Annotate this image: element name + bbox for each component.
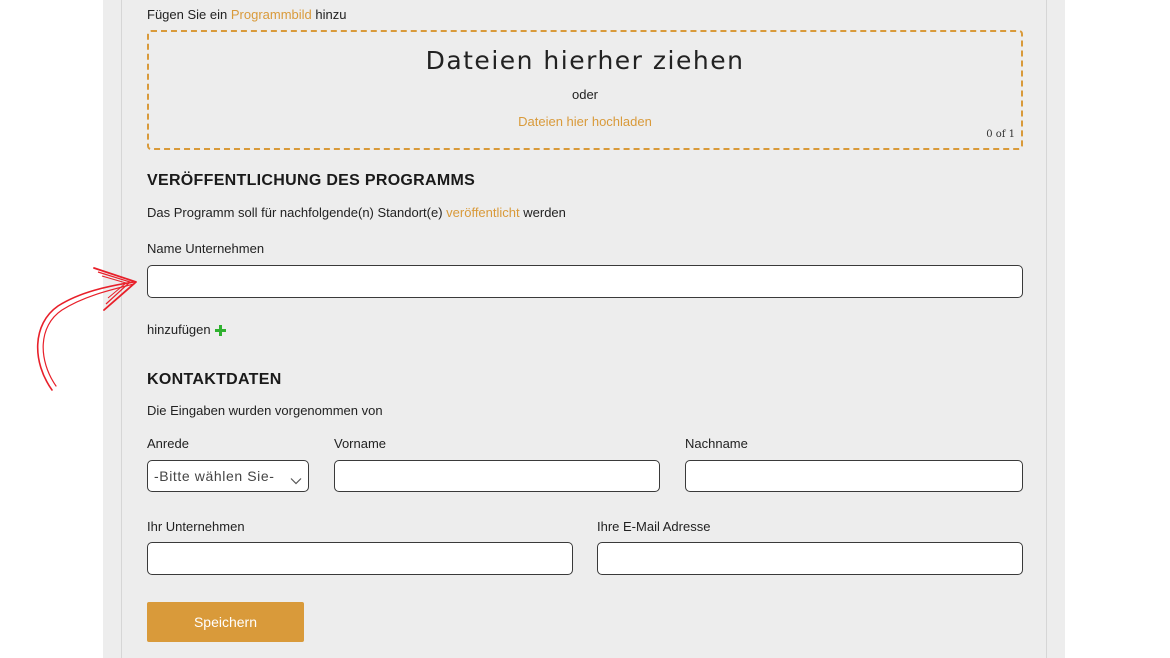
image-prompt-prefix: Fügen Sie ein [147, 7, 228, 22]
publication-description-link[interactable]: veröffentlicht [446, 205, 519, 220]
email-input[interactable] [597, 542, 1023, 575]
salutation-select-value: -Bitte wählen Sie- [154, 468, 275, 484]
image-prompt-suffix: hinzu [315, 7, 347, 22]
company-name-label: Name Unternehmen [147, 241, 265, 256]
lastname-label: Nachname [685, 436, 748, 451]
plus-icon [214, 325, 226, 336]
dropzone-or: oder [571, 87, 599, 102]
firstname-input[interactable] [334, 460, 660, 492]
salutation-select[interactable]: -Bitte wählen Sie- [147, 460, 309, 492]
your-company-label: Ihr Unternehmen [147, 519, 245, 534]
publication-description-prefix: Das Programm soll für nachfolgende(n) St… [147, 205, 443, 220]
publication-description-suffix: werden [523, 205, 566, 220]
firstname-label: Vorname [334, 436, 387, 451]
add-location-button[interactable]: hinzufügen [147, 322, 226, 337]
save-button[interactable]: Speichern [147, 602, 304, 642]
publication-heading: VERÖFFENTLICHUNG DES PROGRAMMS [147, 172, 476, 189]
image-prompt: Fügen Sie ein Programmbild hinzu [147, 7, 346, 22]
upload-files-link[interactable]: Dateien hier hochladen [149, 114, 1021, 129]
contact-description: Die Eingaben wurden vorgenommen von [147, 403, 383, 418]
your-company-input[interactable] [147, 542, 573, 575]
lastname-input[interactable] [685, 460, 1023, 492]
publication-description: Das Programm soll für nachfolgende(n) St… [147, 205, 566, 220]
dropzone-title: Dateien hierher ziehen [425, 46, 745, 75]
email-label: Ihre E-Mail Adresse [597, 519, 711, 534]
add-location-label: hinzufügen [147, 322, 211, 337]
file-counter: 0 of 1 [986, 129, 1015, 140]
file-dropzone[interactable]: Dateien hierher ziehen oder Dateien hier… [147, 30, 1023, 150]
chevron-down-icon [290, 472, 302, 485]
contact-heading: KONTAKTDATEN [147, 371, 282, 388]
annotation-arrow-icon [36, 267, 137, 391]
company-name-input[interactable] [147, 265, 1023, 298]
image-prompt-link[interactable]: Programmbild [231, 7, 312, 22]
salutation-label: Anrede [147, 436, 189, 451]
